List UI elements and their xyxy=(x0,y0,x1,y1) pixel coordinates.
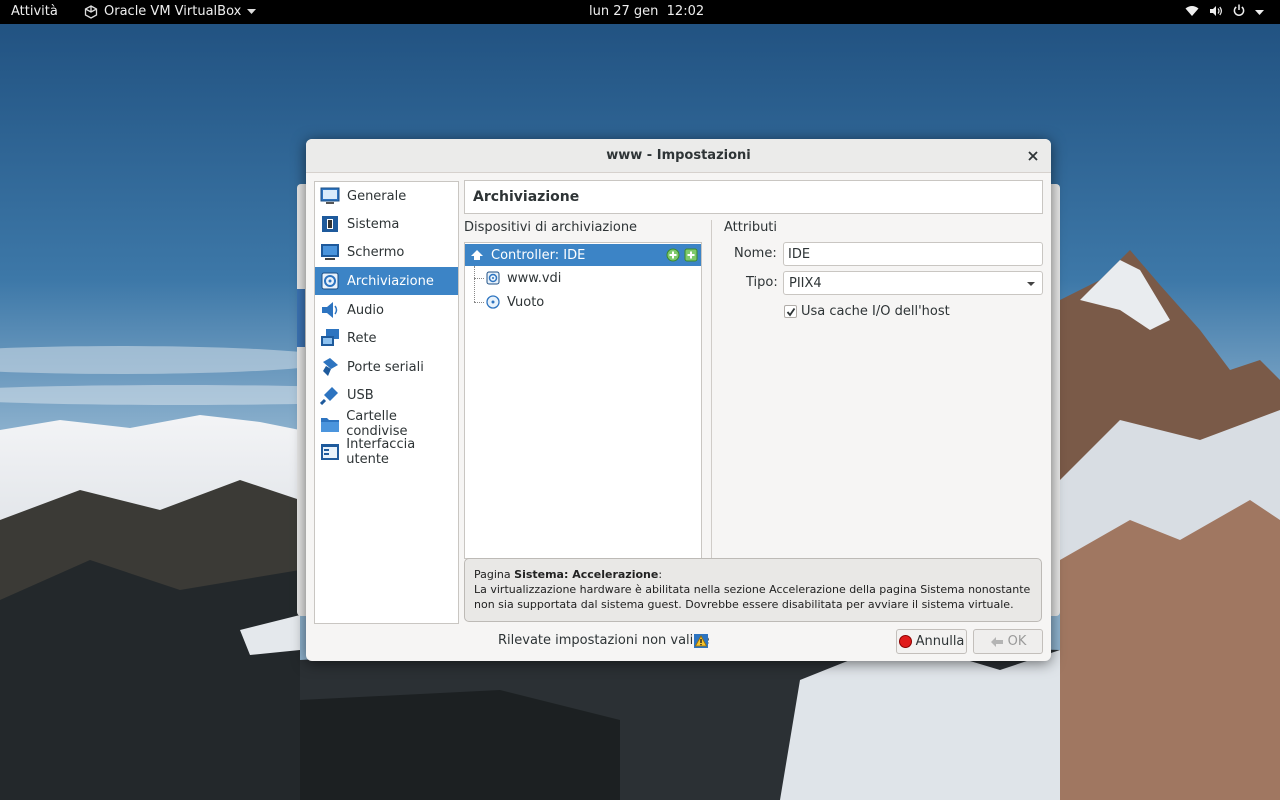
top-bar: Attività Oracle VM VirtualBox lun 27 gen… xyxy=(0,0,1280,24)
nav-item-usb[interactable]: USB xyxy=(315,381,458,409)
nav-item-porte-seriali[interactable]: Porte seriali xyxy=(315,353,458,381)
attributes-label: Attributi xyxy=(724,220,778,235)
invalid-settings-label: Rilevate impostazioni non valide xyxy=(498,633,710,648)
audio-icon xyxy=(319,299,341,321)
system-icon xyxy=(319,213,341,235)
dialog-titlebar[interactable]: www - Impostazioni xyxy=(306,139,1051,173)
tree-item-www-vdi[interactable]: www.vdi xyxy=(465,267,701,289)
virtualbox-cube-icon xyxy=(84,4,98,19)
optical-disc-icon xyxy=(485,294,501,310)
type-label: Tipo: xyxy=(746,275,778,290)
display-icon xyxy=(319,241,341,263)
usb-icon xyxy=(319,384,341,406)
network-icon xyxy=(319,327,341,349)
shared-folder-icon xyxy=(319,413,340,435)
add-optical-drive-icon xyxy=(666,248,680,262)
background-window-selection xyxy=(297,289,305,347)
checkmark-icon xyxy=(786,307,795,316)
ok-button[interactable]: OK xyxy=(973,629,1043,654)
type-value: PIIX4 xyxy=(789,276,822,291)
storage-icon xyxy=(319,270,341,292)
wifi-icon[interactable] xyxy=(1185,5,1199,21)
activities-button[interactable]: Attività xyxy=(11,4,58,19)
nav-item-audio[interactable]: Audio xyxy=(315,296,458,324)
nav-item-interfaccia-utente[interactable]: Interfaccia utente xyxy=(315,437,458,467)
storage-devices-label: Dispositivi di archiviazione xyxy=(464,220,638,235)
close-icon xyxy=(1028,151,1038,161)
name-field[interactable] xyxy=(783,242,1043,266)
chevron-down-icon xyxy=(1027,282,1035,286)
cancel-icon xyxy=(898,635,912,648)
nav-item-archiviazione[interactable]: Archiviazione xyxy=(315,267,458,295)
cancel-button[interactable]: Annulla xyxy=(896,629,967,654)
add-hard-disk-icon xyxy=(684,248,698,262)
general-icon xyxy=(319,185,341,207)
name-label: Nome: xyxy=(734,246,777,261)
close-button[interactable] xyxy=(1023,146,1043,166)
warning-icon[interactable] xyxy=(693,633,709,649)
dialog-title: www - Impostazioni xyxy=(606,148,751,163)
warning-heading: Pagina Sistema: Accelerazione: xyxy=(474,568,663,581)
warning-body: La virtualizzazione hardware è abilitata… xyxy=(474,583,1031,611)
pane-divider[interactable] xyxy=(711,220,712,559)
settings-nav: Generale Sistema Schermo Archiviazione A… xyxy=(314,181,459,624)
host-io-cache-checkbox[interactable] xyxy=(784,305,797,318)
serial-ports-icon xyxy=(319,356,341,378)
system-tray[interactable] xyxy=(1185,4,1264,21)
validation-warning: Pagina Sistema: Accelerazione: La virtua… xyxy=(464,558,1042,622)
nav-item-cartelle-condivise[interactable]: Cartelle condivise xyxy=(315,409,458,439)
app-name: Oracle VM VirtualBox xyxy=(104,4,242,19)
nav-item-rete[interactable]: Rete xyxy=(315,324,458,352)
host-io-cache-label[interactable]: Usa cache I/O dell'host xyxy=(801,304,950,319)
volume-icon[interactable] xyxy=(1209,5,1223,21)
type-dropdown[interactable]: PIIX4 xyxy=(783,271,1043,295)
controller-icon xyxy=(469,247,485,263)
page-title: Archiviazione xyxy=(464,180,1043,214)
ok-arrow-icon xyxy=(990,636,1003,647)
hard-disk-icon xyxy=(485,270,501,286)
nav-item-sistema[interactable]: Sistema xyxy=(315,210,458,238)
storage-tree[interactable]: Controller: IDE www.vdi Vuoto xyxy=(464,242,702,559)
app-menu[interactable]: Oracle VM VirtualBox xyxy=(84,4,257,19)
tree-item-controller-ide[interactable]: Controller: IDE xyxy=(465,244,701,266)
clock[interactable]: lun 27 gen 12:02 xyxy=(589,4,704,19)
add-optical-drive-button[interactable] xyxy=(666,248,680,262)
tree-item-vuoto[interactable]: Vuoto xyxy=(465,291,701,313)
power-icon[interactable] xyxy=(1233,4,1245,21)
chevron-down-icon[interactable] xyxy=(1255,5,1264,20)
user-interface-icon xyxy=(319,441,340,463)
settings-dialog: www - Impostazioni Generale Sistema Sche… xyxy=(306,139,1051,661)
add-hard-disk-button[interactable] xyxy=(684,248,698,262)
chevron-down-icon xyxy=(247,8,257,15)
nav-item-generale[interactable]: Generale xyxy=(315,182,458,210)
nav-item-schermo[interactable]: Schermo xyxy=(315,238,458,266)
